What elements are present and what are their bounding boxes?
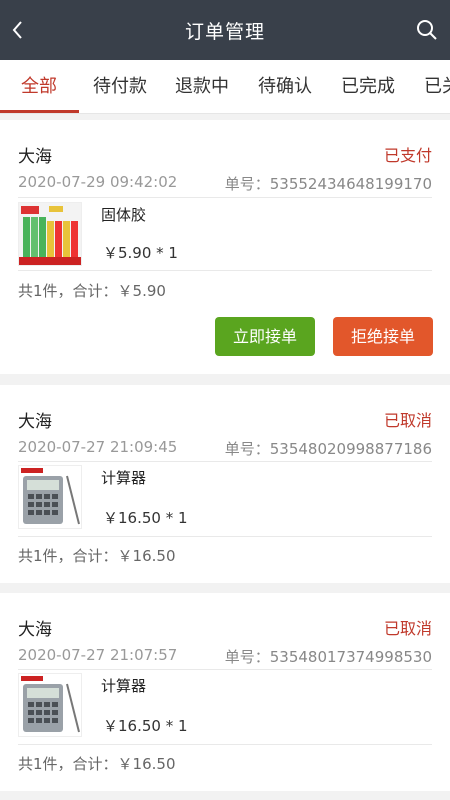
order-status: 已取消 (383, 619, 432, 638)
tab-to-confirm[interactable]: 待确认 (258, 60, 312, 113)
product-name: 计算器 (101, 469, 147, 487)
order-card[interactable]: 大海 已取消 2020-07-27 21:07:57 单号：5354801737… (0, 593, 450, 791)
order-number: 单号：53548017374998530 (224, 648, 432, 666)
order-total: 共1件，合计：￥16.50 (18, 755, 176, 773)
tab-completed[interactable]: 已完成 (341, 60, 395, 113)
order-date: 2020-07-29 09:42:02 (18, 173, 178, 191)
order-status: 已取消 (383, 411, 432, 430)
order-date: 2020-07-27 21:09:45 (18, 438, 178, 456)
order-number: 单号：53552434648199170 (224, 175, 432, 193)
product-image-calculator[interactable] (18, 465, 82, 529)
reject-order-button[interactable]: 拒绝接单 (333, 317, 433, 356)
app-header: 订单管理 (0, 0, 450, 60)
order-date: 2020-07-27 21:07:57 (18, 646, 178, 664)
product-price: ￥16.50 * 1 (103, 717, 188, 735)
status-tabs: 全部 待付款 退款中 待确认 已完成 已关 (0, 60, 450, 114)
product-price: ￥5.90 * 1 (103, 244, 178, 262)
customer-name: 大海 (18, 147, 52, 167)
order-number: 单号：53548020998877186 (224, 440, 432, 458)
divider (18, 669, 432, 670)
divider (18, 536, 432, 537)
active-tab-indicator (0, 110, 79, 113)
order-total: 共1件，合计：￥16.50 (18, 547, 176, 565)
accept-order-button[interactable]: 立即接单 (215, 317, 315, 356)
order-card[interactable]: 大海 已取消 2020-07-27 21:09:45 单号：5354802099… (0, 385, 450, 583)
order-total: 共1件，合计：￥5.90 (18, 282, 166, 300)
customer-name: 大海 (18, 620, 52, 640)
tab-pending-payment[interactable]: 待付款 (93, 60, 147, 113)
divider (18, 270, 432, 271)
tab-refunding[interactable]: 退款中 (175, 60, 229, 113)
product-name: 计算器 (101, 677, 147, 695)
order-card[interactable]: 大海 已支付 2020-07-29 09:42:02 单号：5355243464… (0, 120, 450, 374)
tab-all[interactable]: 全部 (21, 60, 57, 113)
product-price: ￥16.50 * 1 (103, 509, 188, 527)
search-icon[interactable] (414, 16, 440, 44)
product-image-glue[interactable] (18, 202, 82, 266)
divider (18, 197, 432, 198)
divider (18, 461, 432, 462)
product-image-calculator[interactable] (18, 673, 82, 737)
order-status: 已支付 (383, 146, 432, 165)
divider (18, 744, 432, 745)
tab-closed[interactable]: 已关 (424, 60, 450, 113)
customer-name: 大海 (18, 412, 52, 432)
product-name: 固体胶 (101, 206, 147, 224)
page-title: 订单管理 (184, 21, 265, 43)
